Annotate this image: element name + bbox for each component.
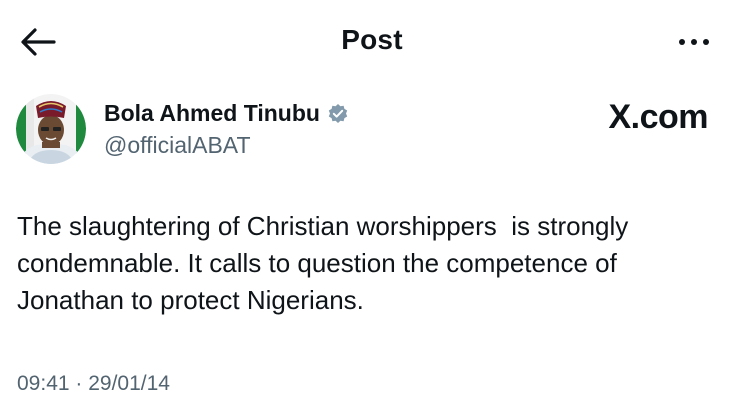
verified-badge-icon: [327, 103, 349, 125]
post-text: The slaughtering of Christian worshipper…: [17, 211, 629, 315]
page-title: Post: [341, 24, 403, 55]
more-options-button[interactable]: [674, 30, 714, 54]
author-row: Bola Ahmed Tinubu @officialABAT: [16, 94, 349, 168]
post-timestamp[interactable]: 09:41 · 29/01/14: [17, 372, 170, 396]
avatar-image: [16, 94, 86, 164]
watermark-logo: X.com: [608, 98, 708, 136]
display-name[interactable]: Bola Ahmed Tinubu: [104, 100, 320, 127]
avatar[interactable]: [16, 94, 86, 164]
name-row: Bola Ahmed Tinubu: [104, 100, 349, 127]
user-handle[interactable]: @officialABAT: [104, 132, 349, 159]
more-horizontal-icon: [679, 39, 685, 45]
top-bar: Post: [0, 0, 744, 84]
author-info: Bola Ahmed Tinubu @officialABAT: [104, 100, 349, 159]
post-page: Post Bola Ahmed Tinubu @officialABAT X.c…: [0, 0, 744, 412]
more-dot: [691, 39, 697, 45]
more-dot: [703, 39, 709, 45]
